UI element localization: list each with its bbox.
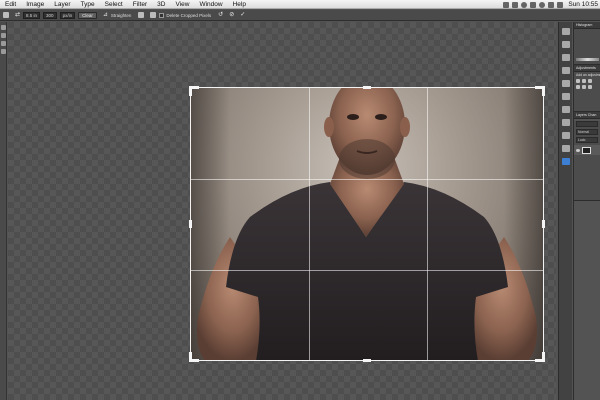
- crop-width-field[interactable]: 8.5 in: [23, 11, 41, 19]
- move-tool-icon[interactable]: [1, 25, 6, 30]
- tools-panel: [0, 22, 7, 400]
- crop-handle-left[interactable]: [189, 220, 192, 228]
- crop-handle-bottom-left-v[interactable]: [189, 352, 192, 362]
- layer-filter-select[interactable]: [576, 121, 598, 127]
- clear-button[interactable]: Clear: [78, 11, 97, 19]
- menu-window[interactable]: Window: [194, 0, 227, 9]
- thirds-line-v1: [309, 88, 310, 360]
- resolution-unit-select[interactable]: px/in: [59, 11, 76, 19]
- thirds-line-v2: [427, 88, 428, 360]
- app-status-icon[interactable]: [512, 1, 519, 8]
- actions-icon[interactable]: [561, 145, 570, 152]
- wifi-icon[interactable]: [539, 1, 546, 8]
- cancel-icon[interactable]: ⊘: [229, 11, 234, 20]
- crop-box[interactable]: [189, 86, 545, 362]
- info-icon[interactable]: [561, 54, 570, 61]
- character-icon[interactable]: [561, 67, 570, 74]
- hue-icon[interactable]: [576, 85, 580, 89]
- crop-handle-bottom[interactable]: [363, 359, 371, 362]
- paragraph-icon[interactable]: [561, 80, 570, 87]
- adjustments-panel: Add an adjustment: [574, 72, 600, 112]
- balance-icon[interactable]: [582, 85, 586, 89]
- histogram-graph: [576, 58, 599, 61]
- swatches-icon[interactable]: [561, 93, 570, 100]
- crop-settings-gear-icon[interactable]: [150, 12, 157, 18]
- menu-3d[interactable]: 3D: [152, 0, 170, 9]
- overlay-options-icon[interactable]: [138, 12, 145, 18]
- mac-menu-bar: Edit Image Layer Type Select Filter 3D V…: [0, 0, 600, 9]
- docked-panels: Histogram Adjustments Add an adjustment …: [573, 22, 600, 400]
- crop-handle-top[interactable]: [363, 86, 371, 89]
- crop-resolution-field[interactable]: 300: [43, 11, 57, 19]
- adjustment-row-2: [574, 84, 600, 90]
- tools-presets-icon[interactable]: [561, 106, 570, 113]
- properties-icon[interactable]: [561, 132, 570, 139]
- delete-cropped-label: Delete Cropped Pixels: [166, 12, 212, 18]
- crop-handle-top-right-v[interactable]: [542, 86, 545, 96]
- channels-tab[interactable]: Chan: [588, 113, 597, 117]
- layers-tab[interactable]: Layers: [576, 113, 587, 117]
- histogram-tab[interactable]: Histogram: [574, 22, 600, 29]
- layers-active-icon[interactable]: [561, 158, 570, 165]
- straighten-icon[interactable]: ⊿: [103, 11, 108, 20]
- menu-edit[interactable]: Edit: [0, 0, 21, 9]
- layer-row[interactable]: [574, 145, 600, 155]
- commit-check-icon[interactable]: ✓: [240, 11, 245, 20]
- delete-cropped-checkbox[interactable]: [159, 12, 165, 18]
- adjustments-tab[interactable]: Adjustments: [574, 65, 600, 72]
- menu-help[interactable]: Help: [228, 0, 251, 9]
- straighten-label[interactable]: Straighten: [111, 13, 132, 18]
- levels-icon[interactable]: [582, 79, 586, 83]
- visibility-eye-icon[interactable]: [576, 148, 580, 152]
- lasso-tool-icon[interactable]: [1, 41, 6, 46]
- reset-icon[interactable]: ↺: [218, 11, 223, 20]
- curves-icon[interactable]: [588, 79, 592, 83]
- marquee-tool-icon[interactable]: [1, 33, 6, 38]
- menu-view[interactable]: View: [170, 0, 194, 9]
- menu-image[interactable]: Image: [21, 0, 49, 9]
- brush-presets-icon[interactable]: [561, 41, 570, 48]
- crop-tool-side-icon[interactable]: [1, 49, 6, 54]
- brightness-icon[interactable]: [576, 79, 580, 83]
- menu-filter[interactable]: Filter: [128, 0, 152, 9]
- crop-options-bar: ⇄ 8.5 in 300 px/in Clear ⊿ Straighten De…: [0, 10, 600, 21]
- crop-handle-bottom-right-v[interactable]: [542, 352, 545, 362]
- menu-clock[interactable]: Sun 10:55: [566, 1, 598, 8]
- menu-select[interactable]: Select: [100, 0, 128, 9]
- volume-icon[interactable]: [548, 1, 555, 8]
- styles-icon[interactable]: [561, 119, 570, 126]
- bluetooth-icon[interactable]: [530, 1, 537, 8]
- layer-thumbnail: [582, 146, 591, 154]
- status-menus: Sun 10:55: [503, 0, 598, 9]
- lock-controls[interactable]: Lock:: [576, 137, 598, 143]
- swap-dimensions-icon[interactable]: ⇄: [15, 11, 20, 20]
- layers-tab-row: Layers Chan: [574, 112, 600, 119]
- histogram-panel: [574, 29, 600, 65]
- thirds-line-h2: [191, 270, 543, 271]
- menu-layer[interactable]: Layer: [49, 0, 75, 9]
- history-icon[interactable]: [561, 28, 570, 35]
- crop-handle-top-left-v[interactable]: [189, 86, 192, 96]
- photoshop-window: Edit Image Layer Type Select Filter 3D V…: [0, 0, 600, 400]
- blend-mode-select[interactable]: Normal: [576, 129, 598, 135]
- menu-type[interactable]: Type: [76, 0, 100, 9]
- bw-icon[interactable]: [588, 85, 592, 89]
- crop-tool-icon[interactable]: [3, 12, 9, 18]
- layers-panel: Normal Lock:: [574, 121, 600, 201]
- dropbox-icon[interactable]: [503, 1, 510, 8]
- battery-icon[interactable]: [557, 1, 564, 8]
- panel-icon-strip: [558, 22, 572, 400]
- sync-icon[interactable]: [521, 1, 528, 8]
- thirds-line-h1: [191, 179, 543, 180]
- crop-handle-right[interactable]: [542, 220, 545, 228]
